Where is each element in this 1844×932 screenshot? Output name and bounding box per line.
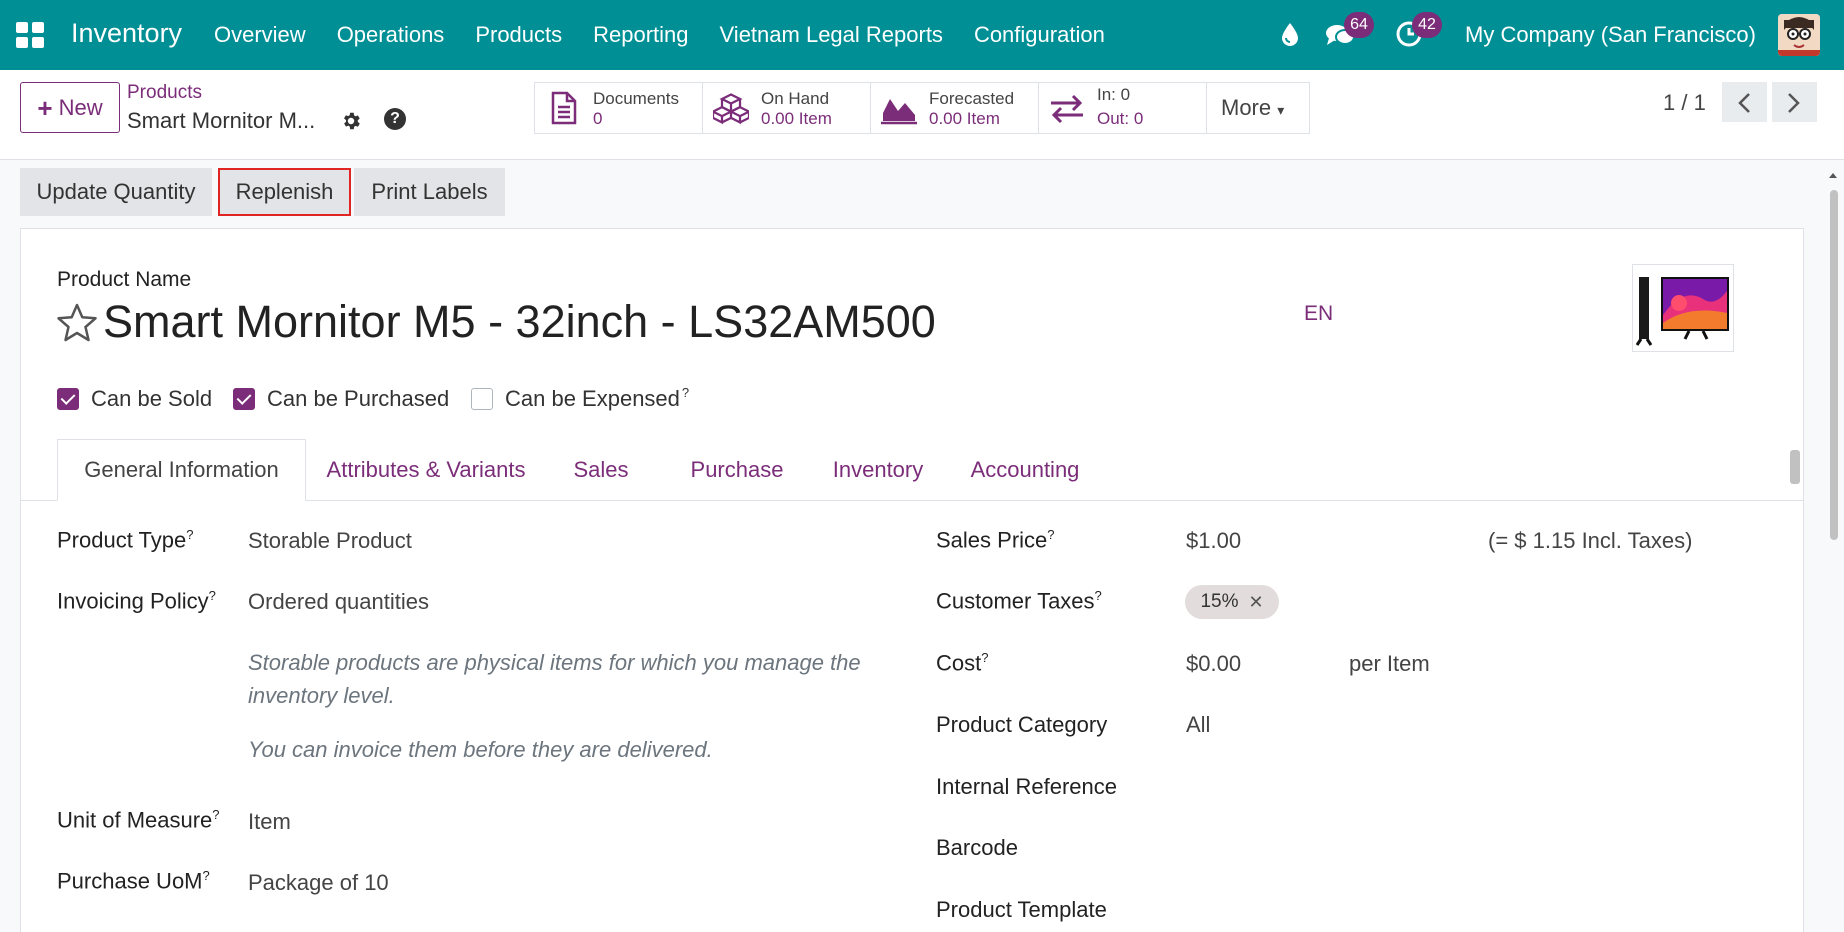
- checkbox-checked: [57, 388, 79, 410]
- user-avatar[interactable]: [1778, 14, 1820, 56]
- unit-of-measure-label: Unit of Measure?: [57, 807, 220, 833]
- menu-products[interactable]: Products: [475, 22, 562, 48]
- control-panel: + New Products Smart Mornitor M... ? Docu…: [0, 70, 1844, 160]
- invoicing-policy-field[interactable]: Ordered quantities: [248, 589, 429, 615]
- cost-field[interactable]: $0.00: [1186, 651, 1241, 677]
- on-hand-smart-button[interactable]: On Hand 0.00 Item: [703, 83, 871, 133]
- checkbox-checked: [233, 388, 255, 410]
- exchange-arrows-icon: [1051, 94, 1083, 124]
- remove-tag-icon[interactable]: ✕: [1248, 592, 1263, 613]
- menu-operations[interactable]: Operations: [337, 22, 445, 48]
- forecasted-smart-button[interactable]: Forecasted 0.00 Item: [871, 83, 1039, 133]
- documents-smart-button[interactable]: Documents 0: [535, 83, 703, 133]
- update-quantity-button[interactable]: Update Quantity: [20, 168, 212, 216]
- help-tooltip-icon[interactable]: ?: [682, 385, 689, 400]
- pager-previous-button[interactable]: [1722, 82, 1767, 122]
- more-dropdown[interactable]: More ▾: [1207, 83, 1309, 133]
- can-be-sold-checkbox[interactable]: Can be Sold: [57, 386, 212, 412]
- top-navbar: Inventory Overview Operations Products R…: [0, 0, 1844, 70]
- product-template-label: Product Template: [936, 897, 1107, 922]
- pager-counter[interactable]: 1 / 1: [1663, 90, 1706, 116]
- checkbox-unchecked: [471, 388, 493, 410]
- can-be-expensed-checkbox[interactable]: Can be Expensed?: [471, 385, 689, 412]
- product-image[interactable]: [1632, 264, 1734, 352]
- menu-overview[interactable]: Overview: [214, 22, 306, 48]
- in-out-smart-button[interactable]: In: 0 Out: 0: [1039, 83, 1207, 133]
- tab-general-information[interactable]: General Information: [57, 439, 306, 501]
- unit-of-measure-field[interactable]: Item: [248, 809, 291, 835]
- barcode-label: Barcode: [936, 835, 1018, 860]
- caret-down-icon: ▾: [1277, 102, 1285, 118]
- sales-price-label: Sales Price?: [936, 527, 1055, 553]
- company-switcher[interactable]: My Company (San Francisco): [1465, 22, 1756, 48]
- gear-icon[interactable]: [340, 110, 362, 132]
- area-chart-icon: [881, 99, 917, 125]
- can-be-purchased-checkbox[interactable]: Can be Purchased: [233, 386, 449, 412]
- favorite-star-icon[interactable]: [56, 302, 98, 344]
- cost-label: Cost?: [936, 650, 989, 676]
- purchase-uom-field[interactable]: Package of 10: [248, 870, 389, 896]
- incl-taxes-text: (= $ 1.15 Incl. Taxes): [1488, 528, 1693, 553]
- menu-reporting[interactable]: Reporting: [593, 22, 688, 48]
- language-button[interactable]: EN: [1304, 302, 1333, 326]
- activities-badge: 42: [1412, 12, 1442, 38]
- scroll-up-arrow-icon[interactable]: [1826, 168, 1840, 182]
- product-type-field[interactable]: Storable Product: [248, 528, 412, 554]
- messages-badge: 64: [1344, 12, 1374, 38]
- menu-configuration[interactable]: Configuration: [974, 22, 1105, 48]
- chevron-left-icon: [1738, 93, 1750, 113]
- menu-vietnam-legal-reports[interactable]: Vietnam Legal Reports: [720, 22, 943, 48]
- sales-price-field[interactable]: $1.00: [1186, 528, 1241, 554]
- breadcrumb-current: Smart Mornitor M...: [127, 108, 316, 133]
- per-item-text: per Item: [1349, 651, 1430, 676]
- purchase-uom-label: Purchase UoM?: [57, 868, 210, 894]
- customer-taxes-label: Customer Taxes?: [936, 588, 1102, 614]
- apps-menu-icon[interactable]: [16, 22, 44, 48]
- print-labels-button[interactable]: Print Labels: [354, 168, 505, 216]
- chevron-right-icon: [1788, 93, 1800, 113]
- document-icon: [551, 91, 577, 125]
- plus-icon: +: [37, 92, 53, 123]
- tab-sales[interactable]: Sales: [566, 439, 636, 501]
- help-icon[interactable]: ?: [384, 108, 406, 130]
- tabs-scroll-thumb[interactable]: [1790, 450, 1800, 484]
- internal-reference-label: Internal Reference: [936, 774, 1117, 799]
- invoicing-policy-label: Invoicing Policy?: [57, 588, 216, 614]
- invoicing-help-text: You can invoice them before they are del…: [248, 737, 713, 762]
- product-name-label: Product Name: [57, 268, 192, 291]
- new-button[interactable]: + New: [20, 82, 120, 133]
- app-name[interactable]: Inventory: [71, 18, 182, 49]
- product-type-help-text: Storable products are physical items for…: [248, 650, 861, 708]
- product-category-field[interactable]: All: [1186, 712, 1210, 738]
- smart-buttons: Documents 0 On Hand 0.00 Item Forecasted…: [534, 82, 1310, 134]
- tab-accounting[interactable]: Accounting: [965, 439, 1085, 501]
- product-category-label: Product Category: [936, 712, 1108, 737]
- main-menu: Overview Operations Products Reporting V…: [214, 22, 1136, 48]
- replenish-button[interactable]: Replenish: [218, 168, 351, 216]
- product-type-label: Product Type?: [57, 527, 194, 553]
- breadcrumb-products[interactable]: Products: [127, 82, 202, 104]
- form-tabs: General Information Attributes & Variant…: [20, 439, 1804, 501]
- tab-attributes-variants[interactable]: Attributes & Variants: [320, 439, 532, 501]
- tax-tag[interactable]: 15% ✕: [1185, 585, 1279, 619]
- page-scroll-thumb[interactable]: [1830, 190, 1838, 540]
- pager-next-button[interactable]: [1772, 82, 1817, 122]
- water-drop-icon[interactable]: [1280, 21, 1300, 47]
- tab-purchase[interactable]: Purchase: [684, 439, 790, 501]
- tab-inventory[interactable]: Inventory: [828, 439, 928, 501]
- product-name-field[interactable]: Smart Mornitor M5 - 32inch - LS32AM500: [103, 296, 936, 348]
- cubes-icon: [713, 93, 749, 125]
